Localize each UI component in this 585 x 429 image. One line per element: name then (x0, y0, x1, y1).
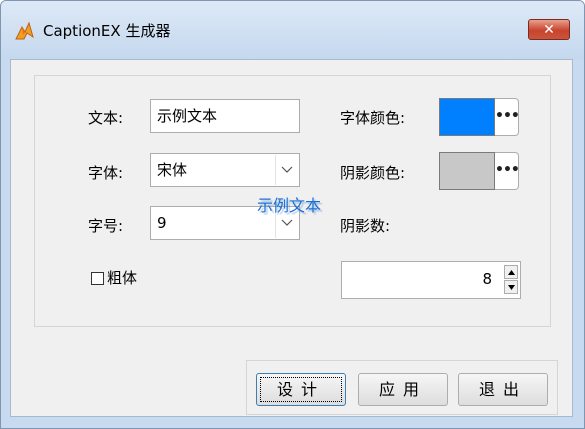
spinner-down-button[interactable] (504, 280, 518, 294)
shadow-color-label: 阴影颜色: (340, 164, 406, 182)
size-select-value: 9 (157, 214, 167, 232)
shadow-count-label: 阴影数: (340, 217, 391, 235)
apply-button-label: 应用 (378, 380, 427, 399)
preview-text: 示例文本 (257, 196, 322, 215)
action-button-group: 设计 应用 退出 (246, 360, 558, 415)
font-color-label: 字体颜色: (340, 109, 406, 127)
chevron-down-icon (281, 219, 293, 226)
text-input[interactable]: 示例文本 (150, 99, 300, 133)
captionex-window: CaptionEX 生成器 ✕ 文本: 示例文本 字体: 宋体 字号: 9 粗体… (0, 0, 585, 429)
shadow-color-swatch[interactable] (439, 152, 495, 190)
spinner-buttons (504, 265, 518, 295)
focus-rect (260, 377, 342, 402)
arrow-up-icon (508, 270, 515, 275)
design-button[interactable]: 设计 (256, 373, 346, 406)
size-label: 字号: (88, 217, 124, 235)
dialog-client-area: 文本: 示例文本 字体: 宋体 字号: 9 粗体 示例文本 字体颜色: ••• … (10, 59, 573, 417)
shadow-count-spinner[interactable]: 8 (341, 261, 521, 299)
font-select[interactable]: 宋体 (150, 153, 300, 187)
exit-button[interactable]: 退出 (458, 373, 548, 406)
more-icon: ••• (495, 108, 520, 124)
bold-checkbox[interactable] (91, 272, 104, 285)
font-color-picker-button[interactable]: ••• (495, 98, 520, 136)
close-button[interactable]: ✕ (528, 19, 570, 40)
chevron-down-icon (281, 166, 293, 173)
app-icon (15, 21, 34, 40)
settings-group: 文本: 示例文本 字体: 宋体 字号: 9 粗体 示例文本 字体颜色: ••• … (34, 75, 551, 327)
title-bar[interactable]: CaptionEX 生成器 ✕ (1, 1, 584, 59)
more-icon: ••• (495, 162, 520, 178)
text-label: 文本: (88, 109, 124, 127)
shadow-count-value[interactable]: 8 (482, 270, 492, 288)
bold-label[interactable]: 粗体 (107, 268, 137, 288)
exit-button-label: 退出 (478, 380, 527, 399)
spinner-up-button[interactable] (504, 265, 518, 279)
window-title: CaptionEX 生成器 (43, 22, 171, 40)
apply-button[interactable]: 应用 (358, 373, 448, 406)
close-icon: ✕ (543, 22, 555, 38)
font-select-value: 宋体 (157, 161, 188, 179)
arrow-down-icon (508, 285, 515, 290)
font-color-swatch[interactable] (439, 98, 495, 136)
shadow-color-picker-button[interactable]: ••• (495, 152, 520, 190)
font-dropdown-button[interactable] (275, 155, 298, 185)
font-label: 字体: (88, 164, 124, 182)
